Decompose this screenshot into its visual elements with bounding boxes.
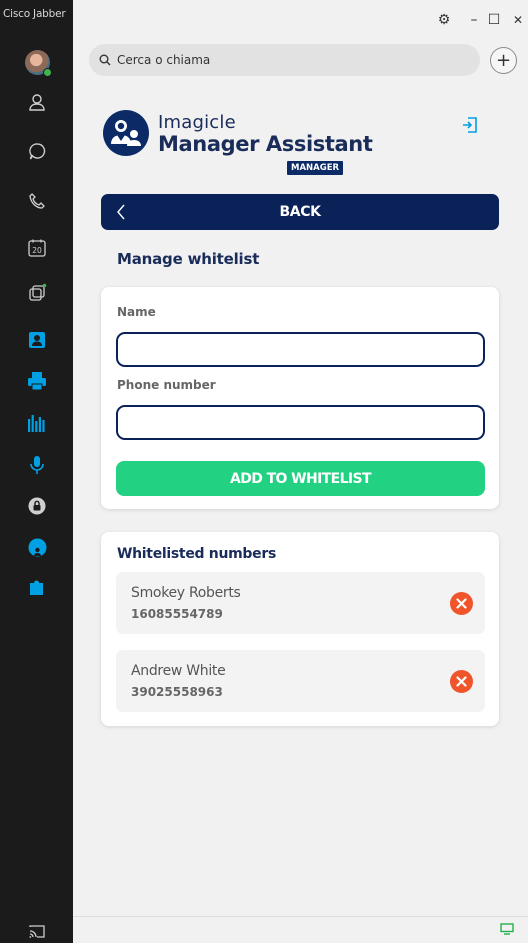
close-icon — [456, 598, 467, 609]
brand-name: Imagicle — [158, 112, 236, 133]
status-bar — [73, 916, 528, 943]
brand-product: Manager Assistant — [158, 132, 373, 156]
back-button[interactable]: BACK — [101, 194, 499, 230]
settings-gear-icon[interactable]: ⚙ — [436, 12, 452, 28]
puzzle-icon[interactable] — [24, 575, 50, 601]
maximize-button[interactable]: ☐ — [486, 12, 502, 28]
search-icon — [99, 54, 111, 66]
name-label: Name — [117, 305, 156, 319]
remove-button[interactable] — [450, 592, 473, 615]
close-icon — [456, 676, 467, 687]
recording-icon[interactable] — [24, 452, 50, 478]
contact-number: 39025558963 — [131, 685, 223, 699]
list-item: Andrew White 39025558963 — [116, 650, 485, 712]
chevron-left-icon — [117, 204, 125, 220]
contacts-icon[interactable] — [24, 89, 50, 115]
chat-icon[interactable] — [24, 138, 50, 164]
contact-name: Smokey Roberts — [131, 585, 241, 601]
whitelist-form-card: Name Phone number ADD TO WHITELIST — [101, 287, 499, 509]
new-conversation-button[interactable]: + — [490, 47, 517, 74]
phone-icon[interactable] — [24, 188, 50, 214]
contact-name: Andrew White — [131, 663, 226, 679]
presence-status-icon — [43, 68, 52, 77]
calendar-date: 20 — [32, 246, 42, 255]
whitelist-card: Whitelisted numbers Smokey Roberts 16085… — [101, 532, 499, 726]
fax-icon[interactable] — [24, 368, 50, 394]
analytics-icon[interactable] — [24, 410, 50, 436]
minimize-button[interactable]: – — [466, 12, 482, 28]
search-placeholder: Cerca o chiama — [117, 53, 211, 67]
search-input[interactable]: Cerca o chiama — [89, 44, 480, 76]
lock-icon[interactable] — [24, 493, 50, 519]
sidebar: Cisco Jabber 20 — [0, 0, 73, 943]
calendar-icon[interactable]: 20 — [24, 235, 50, 261]
imagicle-logo — [103, 110, 149, 156]
remove-button[interactable] — [450, 670, 473, 693]
cast-icon[interactable] — [24, 918, 50, 943]
whitelist-title: Whitelisted numbers — [117, 546, 276, 562]
add-to-whitelist-button[interactable]: ADD TO WHITELIST — [116, 461, 485, 496]
app-title: Cisco Jabber — [3, 8, 66, 20]
meetings-icon[interactable] — [24, 280, 50, 306]
back-button-label: BACK — [279, 204, 321, 220]
title-bar: ⚙ – ☐ ✕ — [73, 0, 528, 40]
phone-label: Phone number — [117, 378, 216, 392]
jabber-window: Cisco Jabber 20 ⚙ – ☐ ✕ Cerca o chiama +… — [0, 0, 528, 943]
close-button[interactable]: ✕ — [510, 12, 526, 28]
manager-assistant-icon[interactable] — [24, 534, 50, 560]
phone-number-field[interactable] — [116, 405, 485, 440]
contact-number: 16085554789 — [131, 607, 223, 621]
monitor-icon[interactable] — [500, 923, 514, 935]
name-field[interactable] — [116, 332, 485, 367]
logout-icon[interactable] — [461, 116, 479, 134]
imagicle-contact-icon[interactable] — [24, 327, 50, 353]
list-item: Smokey Roberts 16085554789 — [116, 572, 485, 634]
page-title: Manage whitelist — [117, 250, 260, 268]
role-badge: MANAGER — [287, 161, 344, 175]
